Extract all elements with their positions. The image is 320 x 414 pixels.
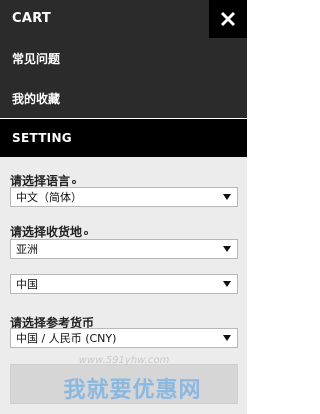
cart-header: CART — [0, 0, 247, 38]
nav-item-faq[interactable]: 常见问题 — [0, 38, 247, 78]
close-button[interactable] — [209, 0, 247, 38]
country-select-value: 中国 — [16, 278, 38, 291]
currency-select[interactable]: 中国 / 人民币 (CNY) — [10, 328, 238, 348]
bullet-icon — [72, 179, 77, 184]
watermark-url: www.591yhw.com — [78, 355, 170, 366]
language-select-value: 中文（简体） — [16, 191, 82, 204]
chevron-down-icon — [223, 335, 231, 341]
language-select[interactable]: 中文（简体） — [10, 187, 238, 207]
nav-item-label: 我的收藏 — [12, 91, 61, 106]
region-label: 请选择收货地 — [10, 223, 89, 240]
chevron-down-icon — [223, 246, 231, 252]
cart-title: CART — [12, 11, 52, 26]
chevron-down-icon — [223, 281, 231, 287]
watermark-logo: 我就要优惠网 — [63, 378, 202, 403]
setting-header: SETTING — [0, 119, 247, 157]
chevron-down-icon — [223, 194, 231, 200]
nav-item-label: 常见问题 — [12, 51, 61, 66]
setting-title: SETTING — [12, 131, 72, 145]
nav-item-favorites[interactable]: 我的收藏 — [0, 78, 247, 118]
currency-select-value: 中国 / 人民币 (CNY) — [16, 332, 117, 345]
bullet-icon — [84, 230, 89, 235]
close-icon — [220, 11, 236, 27]
country-select[interactable]: 中国 — [10, 274, 238, 294]
continent-select[interactable]: 亚洲 — [10, 239, 238, 259]
continent-select-value: 亚洲 — [16, 243, 38, 256]
